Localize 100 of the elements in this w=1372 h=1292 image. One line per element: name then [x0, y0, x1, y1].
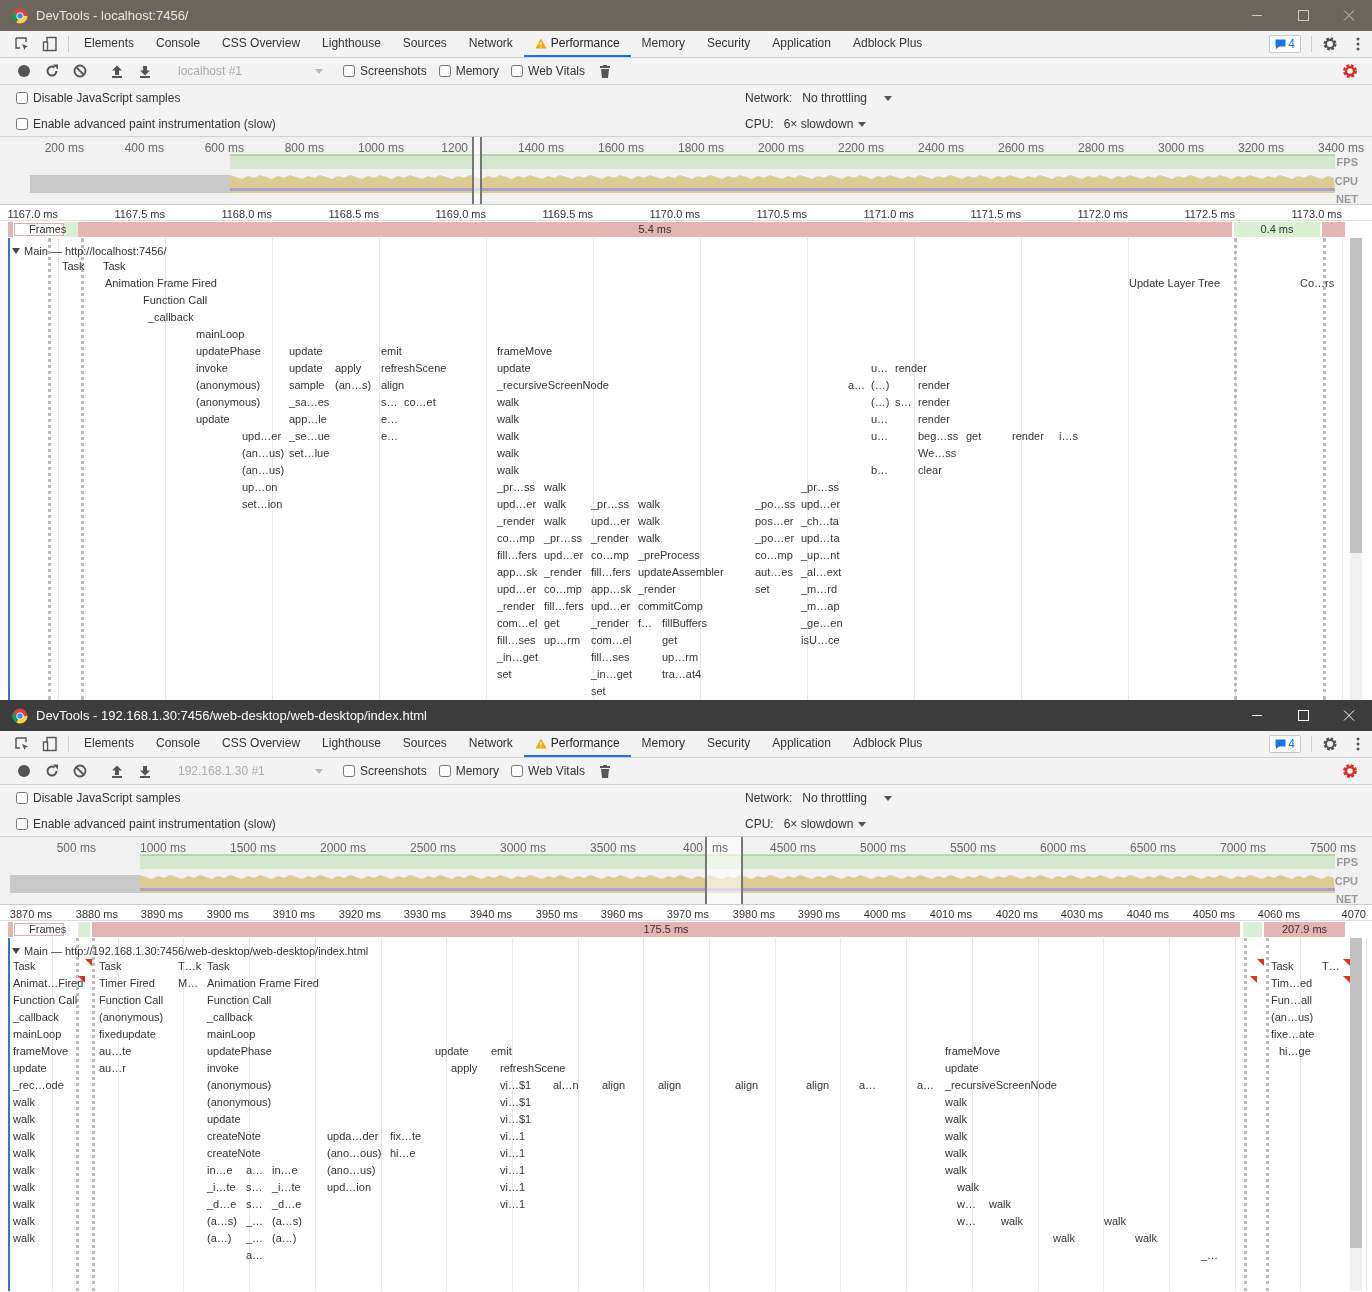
flame-entry[interactable]: refreshScene [500, 1061, 566, 1075]
flame-entry[interactable]: (…) [871, 395, 890, 409]
flame-entry[interactable]: Co…rs [1300, 276, 1335, 290]
flame-entry[interactable]: set…lue [289, 446, 330, 460]
frame-bar[interactable]: 207.9 ms [1264, 922, 1345, 937]
flame-entry[interactable]: updatePhase [207, 1044, 272, 1058]
reload-icon[interactable] [45, 764, 59, 778]
flame-entry[interactable]: _in…get [591, 667, 632, 681]
scrollbar[interactable] [1350, 238, 1362, 700]
flame-entry[interactable]: update [289, 361, 323, 375]
flame-entry[interactable]: Function Call [13, 993, 78, 1007]
flame-entry[interactable]: _po…ss [755, 497, 796, 511]
flame-entry[interactable]: co…mp [497, 531, 535, 545]
flame-entry[interactable]: T…k [178, 959, 202, 973]
flame-entry[interactable]: b… [871, 463, 889, 477]
flame-entry[interactable]: Task [1271, 959, 1294, 973]
flame-entry[interactable]: u… [871, 361, 889, 375]
flame-entry[interactable]: _pr…ss [591, 497, 629, 511]
flame-entry[interactable]: _… [246, 1214, 264, 1228]
flame-entry[interactable]: walk [497, 446, 519, 460]
panel-tab[interactable]: Adblock Plus [842, 731, 934, 757]
flame-entry[interactable]: co…et [404, 395, 436, 409]
flame-entry[interactable]: hi…e [390, 1146, 416, 1160]
flame-entry[interactable]: walk [13, 1214, 35, 1228]
panel-tab[interactable]: Lighthouse [311, 31, 392, 57]
flame-entry[interactable]: updatePhase [196, 344, 261, 358]
download-icon[interactable] [139, 64, 151, 78]
flame-entry[interactable]: (anonymous) [207, 1095, 272, 1109]
flame-entry[interactable]: updateAssembler [638, 565, 724, 579]
panel-tab[interactable]: Elements [73, 731, 146, 757]
flame-entry[interactable]: _callback [148, 310, 194, 324]
range-selection-handle[interactable] [705, 837, 743, 904]
flame-entry[interactable]: _ge…en [801, 616, 843, 630]
panel-tab[interactable]: Application [761, 31, 842, 57]
flame-entry[interactable]: align [381, 378, 405, 392]
download-icon[interactable] [139, 764, 151, 778]
checkbox[interactable] [438, 65, 451, 77]
flame-entry[interactable]: au…r [99, 1061, 126, 1075]
flame-entry[interactable]: com…el [591, 633, 632, 647]
flame-entry[interactable]: walk [544, 480, 566, 494]
flame-entry[interactable]: _i…te [272, 1180, 301, 1194]
flame-entry[interactable]: update [196, 412, 230, 426]
flame-entry[interactable]: fill…ses [497, 633, 536, 647]
flame-entry[interactable]: isU…ce [801, 633, 840, 647]
flame-entry[interactable]: aut…es [755, 565, 793, 579]
flame-entry[interactable]: up…on [242, 480, 278, 494]
flame-entry[interactable]: co…mp [755, 548, 793, 562]
flame-entry[interactable]: (an…us) [242, 463, 285, 477]
expand-triangle-icon[interactable] [12, 247, 20, 256]
flame-entry[interactable]: fill…ses [591, 650, 630, 664]
flame-entry[interactable]: vi…$1 [500, 1112, 532, 1126]
flame-entry[interactable]: _pr…ss [544, 531, 582, 545]
flame-entry[interactable]: _recursiveScreenNode [945, 1078, 1057, 1092]
flame-entry[interactable]: get [662, 633, 678, 647]
more-menu-icon[interactable] [1356, 737, 1360, 751]
flame-entry[interactable]: _render [497, 514, 535, 528]
flame-entry[interactable]: Tim…ed [1271, 976, 1313, 990]
panel-tab[interactable]: Sources [391, 731, 458, 757]
flame-entry[interactable]: walk [638, 514, 660, 528]
checkbox[interactable] [343, 765, 355, 777]
flame-entry[interactable]: _ch…ta [801, 514, 839, 528]
panel-tab[interactable]: Network [457, 731, 524, 757]
flame-entry[interactable]: emit [491, 1044, 512, 1058]
flame-entry[interactable]: update [289, 344, 323, 358]
panel-tab[interactable]: Console [145, 731, 212, 757]
flame-entry[interactable]: walk [13, 1112, 35, 1126]
flame-entry[interactable]: upd…er [497, 497, 537, 511]
flame-entry[interactable]: walk [497, 412, 519, 426]
flame-entry[interactable]: walk [945, 1129, 967, 1143]
scrollbar[interactable] [1350, 938, 1362, 1291]
flame-entry[interactable]: upd…er [544, 548, 584, 562]
flame-entry[interactable]: Animation Frame Fired [207, 976, 319, 990]
flame-entry[interactable]: frameMove [497, 344, 553, 358]
flame-entry[interactable]: _… [1201, 1248, 1219, 1262]
flame-entry[interactable]: M… [178, 976, 199, 990]
flame-entry[interactable]: _sa…es [289, 395, 330, 409]
flame-entry[interactable]: in…e [207, 1163, 233, 1177]
flame-entry[interactable]: upd…ion [327, 1180, 372, 1194]
flame-entry[interactable]: Update Layer Tree [1129, 276, 1221, 290]
flame-entry[interactable]: _i…te [207, 1180, 236, 1194]
flame-entry[interactable]: a… [917, 1078, 935, 1092]
flame-entry[interactable]: (anonymous) [196, 395, 261, 409]
flame-entry[interactable]: upd…ta [801, 531, 840, 545]
settings-icon[interactable] [1342, 763, 1358, 779]
flame-entry[interactable]: update [945, 1061, 979, 1075]
flame-entry[interactable]: a… [848, 378, 866, 392]
flame-entry[interactable]: walk [1001, 1214, 1023, 1228]
flame-entry[interactable]: _pr…ss [801, 480, 839, 494]
upload-icon[interactable] [111, 764, 123, 778]
flame-entry[interactable]: _al…ext [801, 565, 842, 579]
flame-entry[interactable]: commitComp [638, 599, 703, 613]
flame-entry[interactable]: render [918, 378, 950, 392]
trash-icon[interactable] [599, 764, 610, 778]
flame-entry[interactable]: frameMove [13, 1044, 69, 1058]
flame-entry[interactable]: Task [62, 259, 85, 273]
flame-entry[interactable]: fix…te [390, 1129, 422, 1143]
frame-bar[interactable]: 0.4 ms [1234, 222, 1320, 237]
flame-entry[interactable]: fill…fers [544, 599, 584, 613]
flame-entry[interactable]: (a…s) [207, 1214, 237, 1228]
flame-entry[interactable]: invoke [196, 361, 228, 375]
